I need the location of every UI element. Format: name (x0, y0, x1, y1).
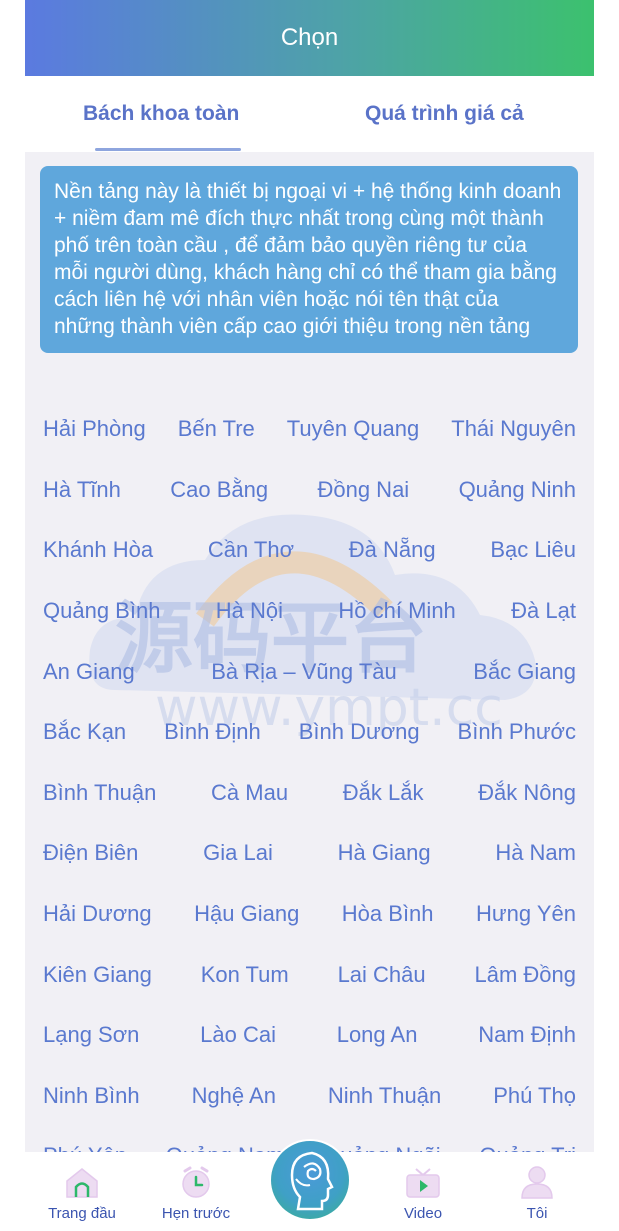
city-row: Lạng Sơn Lào Cai Long An Nam Định (43, 1005, 576, 1066)
city-item[interactable]: Bắc Giang (473, 659, 576, 685)
city-item[interactable]: Tuyên Quang (287, 416, 420, 442)
city-item[interactable]: Bình Dương (299, 719, 420, 745)
city-item[interactable]: Cần Thơ (208, 537, 294, 563)
city-item[interactable]: Bến Tre (178, 416, 255, 442)
city-item[interactable]: Đắk Nông (478, 780, 576, 806)
user-icon (521, 1166, 553, 1199)
city-item[interactable]: Bà Rịa – Vũng Tàu (211, 659, 397, 685)
city-row: Hà Tĩnh Cao Bằng Đồng Nai Quảng Ninh (43, 460, 576, 521)
header-bar: Chọn (25, 0, 594, 76)
page-title: Chọn (280, 24, 339, 51)
city-item[interactable]: Bình Định (164, 719, 261, 745)
city-row: An Giang Bà Rịa – Vũng Tàu Bắc Giang (43, 641, 576, 702)
city-row: Kiên Giang Kon Tum Lai Châu Lâm Đồng (43, 944, 576, 1005)
city-item[interactable]: Hòa Bình (342, 901, 434, 927)
city-item[interactable]: Nghệ An (192, 1083, 276, 1109)
video-icon (406, 1168, 440, 1198)
city-item[interactable]: Hưng Yên (476, 901, 576, 927)
city-item[interactable]: An Giang (43, 659, 135, 685)
nav-label-home: Trang đầu (48, 1205, 116, 1222)
nav-item-me[interactable]: Tôi (487, 1152, 587, 1231)
city-item[interactable]: Bạc Liêu (490, 537, 576, 563)
city-item[interactable]: Lào Cai (200, 1022, 276, 1048)
city-item[interactable]: Ninh Thuận (328, 1083, 441, 1109)
city-item[interactable]: Lai Châu (338, 962, 426, 988)
app-screen: Chọn Bách khoa toàn Quá trình giá cả Nền… (25, 0, 594, 1231)
city-item[interactable]: Điện Biên (43, 840, 138, 866)
active-tab-indicator (95, 148, 241, 151)
city-item[interactable]: Nam Định (478, 1022, 576, 1048)
city-item[interactable]: Kon Tum (201, 962, 289, 988)
center-button-face (271, 1141, 349, 1219)
city-item[interactable]: Đồng Nai (317, 477, 409, 503)
city-row: Ninh Bình Nghệ An Ninh Thuận Phú Thọ (43, 1066, 576, 1127)
city-row: Hải Phòng Bến Tre Tuyên Quang Thái Nguyên (43, 399, 576, 460)
tab-encyclopedia[interactable]: Bách khoa toàn (83, 76, 239, 152)
city-item[interactable]: Bình Thuận (43, 780, 156, 806)
tab-bar: Bách khoa toàn Quá trình giá cả (25, 76, 594, 152)
face-logo-icon (290, 1151, 334, 1211)
city-row: Điện Biên Gia Lai Hà Giang Hà Nam (43, 823, 576, 884)
nav-item-home[interactable]: Trang đầu (32, 1152, 132, 1231)
notice-banner: Nền tảng này là thiết bị ngoại vi + hệ t… (40, 166, 578, 353)
city-item[interactable]: Cà Mau (211, 780, 288, 806)
city-item[interactable]: Ninh Bình (43, 1083, 140, 1109)
city-row: Quảng Bình Hà Nội Hồ chí Minh Đà Lạt (43, 581, 576, 642)
city-item[interactable]: Phú Thọ (493, 1083, 576, 1109)
city-item[interactable]: Bình Phước (458, 719, 576, 745)
nav-label-me: Tôi (526, 1205, 548, 1222)
city-item[interactable]: Bắc Kạn (43, 719, 126, 745)
city-item[interactable]: Long An (337, 1022, 418, 1048)
home-icon (66, 1168, 98, 1198)
city-item[interactable]: Đà Nẵng (349, 537, 436, 563)
city-row: Hải Dương Hậu Giang Hòa Bình Hưng Yên (43, 884, 576, 945)
center-action-button[interactable] (269, 1139, 351, 1221)
city-item[interactable]: Khánh Hòa (43, 537, 153, 563)
city-item[interactable]: Hải Phòng (43, 416, 146, 442)
city-item[interactable]: Hà Nam (495, 840, 576, 866)
nav-label-video: Video (403, 1205, 443, 1222)
city-item[interactable]: Hậu Giang (194, 901, 299, 927)
city-item[interactable]: Đắk Lắk (343, 780, 424, 806)
city-item[interactable]: Kiên Giang (43, 962, 152, 988)
city-item[interactable]: Gia Lai (203, 840, 273, 866)
nav-item-appointment[interactable]: Hẹn trước (146, 1152, 246, 1231)
city-item[interactable]: Hà Tĩnh (43, 477, 121, 503)
tab-price-process[interactable]: Quá trình giá cả (365, 76, 524, 152)
city-row: Bắc Kạn Bình Định Bình Dương Bình Phước (43, 702, 576, 763)
nav-label-appointment: Hẹn trước (161, 1205, 231, 1222)
city-item[interactable]: Hải Dương (43, 901, 152, 927)
city-row: Bình Thuận Cà Mau Đắk Lắk Đắk Nông (43, 763, 576, 824)
nav-item-video[interactable]: Video (373, 1152, 473, 1231)
city-item[interactable]: Cao Bằng (170, 477, 268, 503)
city-item[interactable]: Quảng Bình (43, 598, 160, 624)
city-item[interactable]: Đà Lạt (511, 598, 576, 624)
city-row: Khánh Hòa Cần Thơ Đà Nẵng Bạc Liêu (43, 520, 576, 581)
city-item[interactable]: Thái Nguyên (451, 416, 576, 442)
city-item[interactable]: Hồ chí Minh (338, 598, 455, 624)
city-item[interactable]: Lâm Đồng (474, 962, 576, 988)
city-grid: Hải Phòng Bến Tre Tuyên Quang Thái Nguyên Hà… (43, 399, 576, 1187)
city-item[interactable]: Hà Nội (216, 598, 283, 624)
clock-icon (182, 1166, 210, 1198)
city-item[interactable]: Hà Giang (338, 840, 431, 866)
city-item[interactable]: Quảng Ninh (459, 477, 576, 503)
city-item[interactable]: Lạng Sơn (43, 1022, 139, 1048)
